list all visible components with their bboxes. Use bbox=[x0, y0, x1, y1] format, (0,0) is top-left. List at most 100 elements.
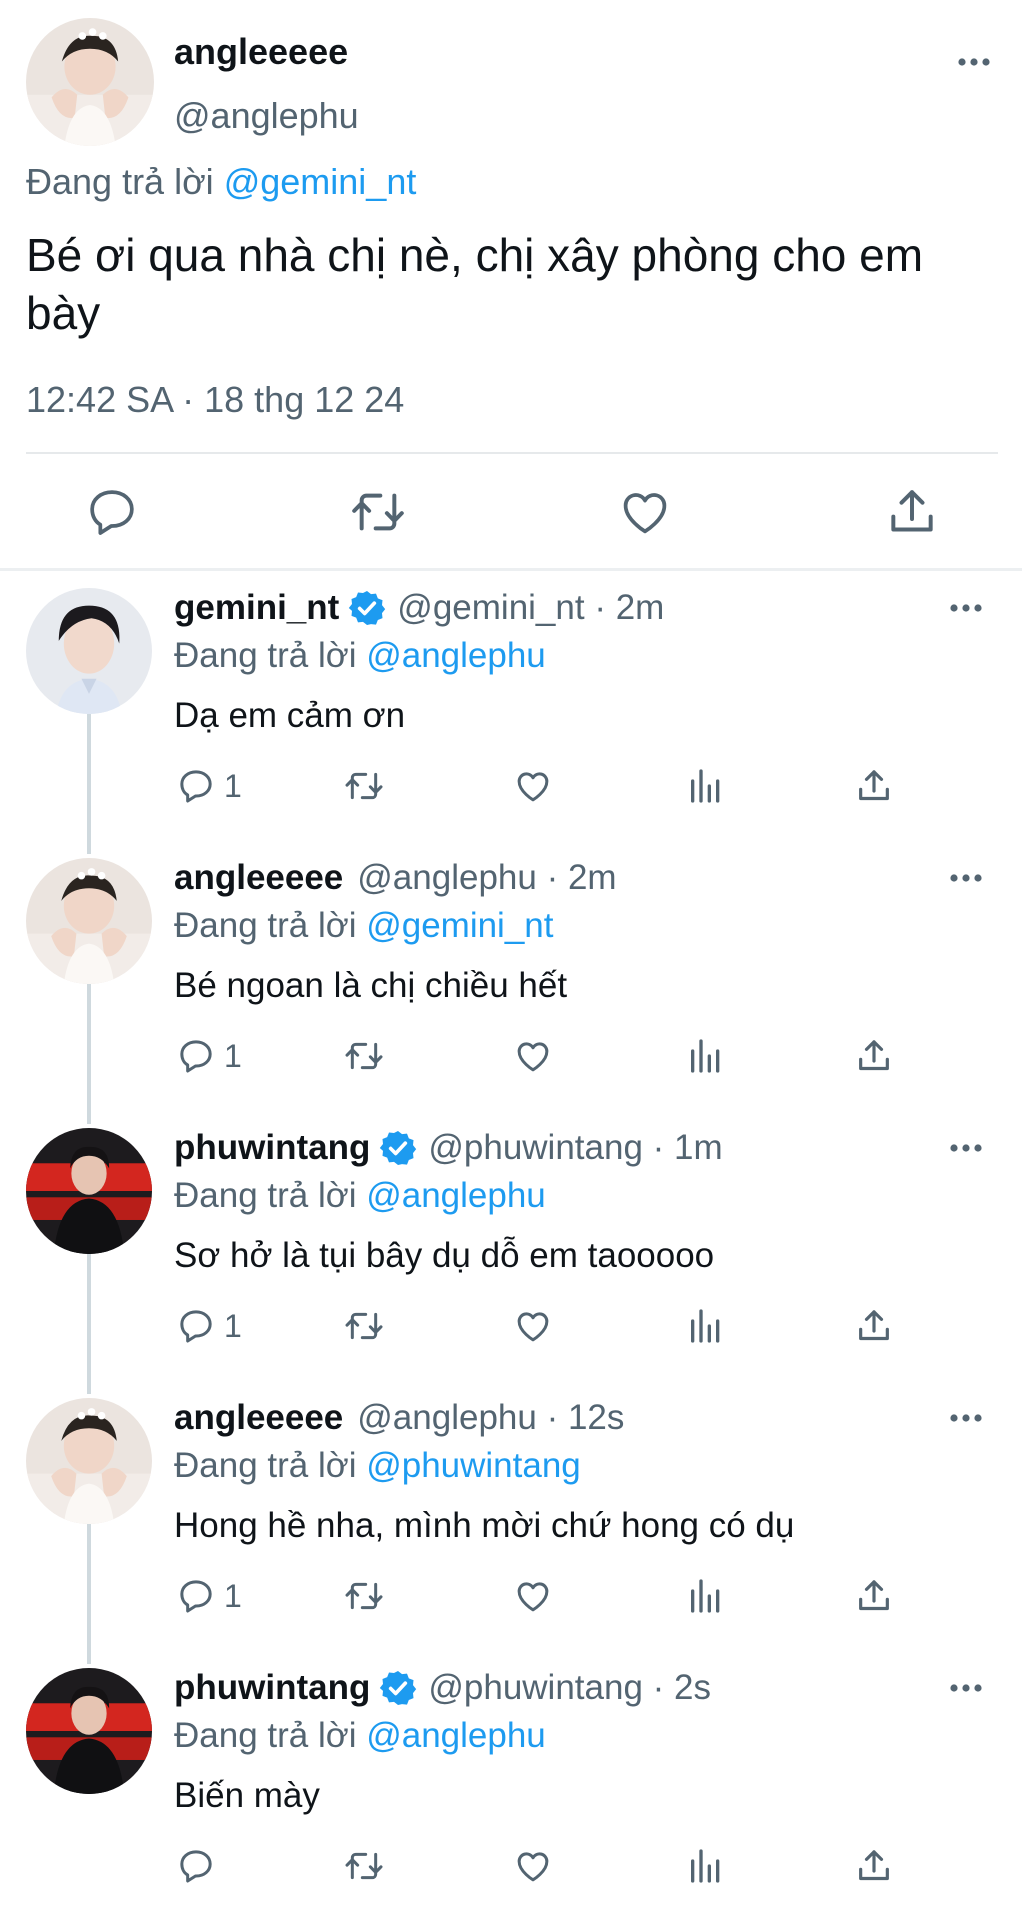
relative-time[interactable]: 1m bbox=[674, 1126, 723, 1170]
replying-to-line: Đang trả lời @gemini_nt bbox=[174, 904, 554, 948]
reply-icon bbox=[176, 1846, 216, 1886]
author-handle[interactable]: @anglephu bbox=[174, 94, 359, 138]
separator-dot: · bbox=[642, 1668, 675, 1707]
more-options-icon[interactable] bbox=[946, 1138, 986, 1158]
relative-time[interactable]: 2m bbox=[616, 586, 665, 630]
action-bar: 1 bbox=[174, 1568, 914, 1624]
action-bar: 1 bbox=[174, 1028, 914, 1084]
retweet-button[interactable] bbox=[342, 1846, 386, 1886]
verified-badge-icon bbox=[378, 1668, 418, 1708]
share-icon bbox=[854, 1306, 894, 1346]
author-handle[interactable]: @anglephu bbox=[357, 856, 537, 900]
avatar-gemini[interactable] bbox=[26, 588, 152, 714]
views-button[interactable] bbox=[686, 766, 726, 806]
retweet-button[interactable] bbox=[342, 1576, 386, 1616]
views-button[interactable] bbox=[686, 1306, 726, 1346]
author-handle[interactable]: @anglephu bbox=[357, 1396, 537, 1440]
reply-tweet[interactable]: phuwintang @phuwintang · 1m Đang trả lời… bbox=[0, 1112, 1022, 1382]
avatar-anglephu[interactable] bbox=[26, 858, 152, 984]
reply-button[interactable]: 1 bbox=[176, 1036, 242, 1076]
more-options-icon[interactable] bbox=[954, 52, 994, 72]
avatar-phuwintang[interactable] bbox=[26, 1668, 152, 1794]
retweet-button[interactable] bbox=[342, 1306, 386, 1346]
author-display-name[interactable]: angleeeee bbox=[174, 856, 343, 900]
replying-prefix: Đang trả lời bbox=[26, 161, 214, 202]
retweet-button[interactable] bbox=[342, 766, 386, 806]
like-button[interactable] bbox=[512, 1576, 554, 1616]
share-button[interactable] bbox=[854, 1306, 894, 1346]
share-icon[interactable] bbox=[884, 484, 940, 540]
relative-time[interactable]: 2s bbox=[674, 1666, 711, 1710]
reply-tweet[interactable]: angleeeee @anglephu · 12s Đang trả lời @… bbox=[0, 1382, 1022, 1652]
share-button[interactable] bbox=[854, 1846, 894, 1886]
like-icon bbox=[512, 1036, 554, 1076]
reply-count: 1 bbox=[224, 1307, 242, 1344]
reply-header: phuwintang @phuwintang · 1m bbox=[174, 1126, 723, 1170]
views-chart-icon bbox=[686, 766, 726, 806]
avatar-phuwintang[interactable] bbox=[26, 1128, 152, 1254]
avatar-main[interactable] bbox=[26, 18, 154, 146]
author-display-name[interactable]: phuwintang bbox=[174, 1126, 370, 1170]
share-icon bbox=[854, 1576, 894, 1616]
more-options-icon[interactable] bbox=[946, 598, 986, 618]
replying-to-line: Đang trả lời @anglephu bbox=[174, 1174, 546, 1218]
replying-to-link[interactable]: @gemini_nt bbox=[366, 906, 553, 945]
share-button[interactable] bbox=[854, 1576, 894, 1616]
replying-to-line: Đang trả lời @anglephu bbox=[174, 634, 546, 678]
author-display-name[interactable]: angleeeee bbox=[174, 1396, 343, 1440]
replying-prefix: Đang trả lời bbox=[174, 1716, 357, 1755]
views-button[interactable] bbox=[686, 1036, 726, 1076]
author-display-name[interactable]: gemini_nt bbox=[174, 586, 339, 630]
tweet-timestamp[interactable]: 12:42 SA · 18 thg 12 24 bbox=[26, 378, 404, 422]
like-button[interactable] bbox=[512, 766, 554, 806]
views-button[interactable] bbox=[686, 1576, 726, 1616]
author-handle[interactable]: @gemini_nt bbox=[397, 586, 584, 630]
like-button[interactable] bbox=[512, 1306, 554, 1346]
replying-to-link[interactable]: @anglephu bbox=[366, 636, 546, 675]
more-options-icon[interactable] bbox=[946, 1678, 986, 1698]
reply-tweet[interactable]: angleeeee @anglephu · 2m Đang trả lời @g… bbox=[0, 842, 1022, 1112]
author-display-name[interactable]: angleeeee bbox=[174, 30, 348, 74]
replying-to-link[interactable]: @anglephu bbox=[366, 1176, 546, 1215]
reply-button[interactable] bbox=[176, 1846, 224, 1886]
author-handle[interactable]: @phuwintang bbox=[428, 1666, 643, 1710]
like-button[interactable] bbox=[512, 1036, 554, 1076]
reply-tweet[interactable]: gemini_nt @gemini_nt · 2m Đang trả lời @… bbox=[0, 572, 1022, 842]
retweet-icon[interactable] bbox=[350, 484, 406, 540]
replying-prefix: Đang trả lời bbox=[174, 906, 357, 945]
reply-tweet[interactable]: phuwintang @phuwintang · 2s Đang trả lời… bbox=[0, 1652, 1022, 1922]
replying-prefix: Đang trả lời bbox=[174, 1446, 357, 1485]
like-button[interactable] bbox=[512, 1846, 554, 1886]
share-button[interactable] bbox=[854, 766, 894, 806]
more-options-icon[interactable] bbox=[946, 1408, 986, 1428]
replying-to-link[interactable]: @anglephu bbox=[366, 1716, 546, 1755]
views-button[interactable] bbox=[686, 1846, 726, 1886]
like-icon bbox=[512, 766, 554, 806]
reply-text: Biến mày bbox=[174, 1776, 320, 1815]
share-button[interactable] bbox=[854, 1036, 894, 1076]
share-icon bbox=[854, 766, 894, 806]
reply-header: angleeeee @anglephu · 12s bbox=[174, 1396, 624, 1440]
avatar-anglephu[interactable] bbox=[26, 1398, 152, 1524]
replying-to-line: Đang trả lời @phuwintang bbox=[174, 1444, 581, 1488]
replying-to-link[interactable]: @gemini_nt bbox=[224, 161, 417, 202]
reply-count: 1 bbox=[224, 767, 242, 804]
reply-icon bbox=[176, 1036, 216, 1076]
reply-button[interactable]: 1 bbox=[176, 1306, 242, 1346]
reply-button[interactable]: 1 bbox=[176, 1576, 242, 1616]
relative-time[interactable]: 12s bbox=[568, 1396, 624, 1440]
replying-to-link[interactable]: @phuwintang bbox=[366, 1446, 581, 1485]
reply-icon[interactable] bbox=[84, 484, 140, 540]
separator-dot: · bbox=[536, 1398, 568, 1437]
reply-button[interactable]: 1 bbox=[176, 766, 242, 806]
divider bbox=[26, 452, 998, 454]
more-options-icon[interactable] bbox=[946, 868, 986, 888]
author-handle[interactable]: @phuwintang bbox=[428, 1126, 643, 1170]
relative-time[interactable]: 2m bbox=[568, 856, 617, 900]
replying-prefix: Đang trả lời bbox=[174, 1176, 357, 1215]
author-display-name[interactable]: phuwintang bbox=[174, 1666, 370, 1710]
reply-header: phuwintang @phuwintang · 2s bbox=[174, 1666, 711, 1710]
retweet-button[interactable] bbox=[342, 1036, 386, 1076]
like-icon[interactable] bbox=[617, 484, 673, 540]
reply-count: 1 bbox=[224, 1037, 242, 1074]
